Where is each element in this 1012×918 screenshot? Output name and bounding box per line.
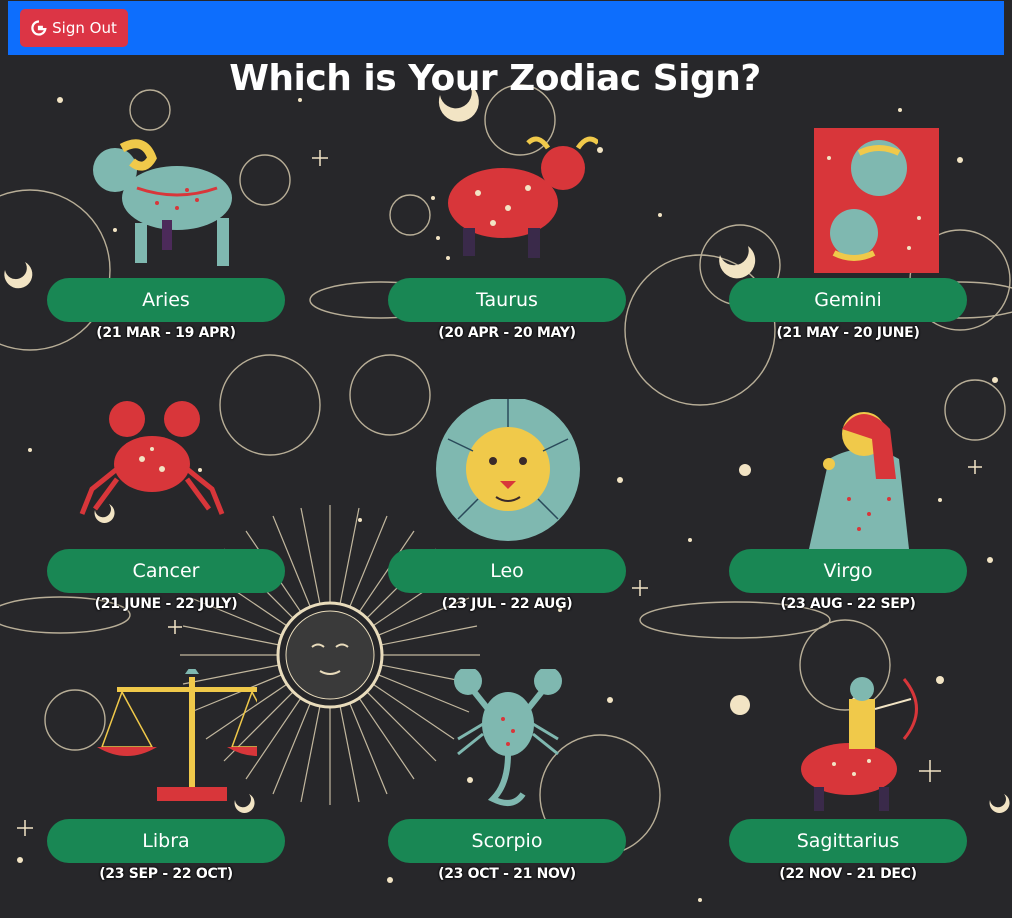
bull-icon (431, 136, 598, 260)
sign-card-gemini: Gemini (21 MAY - 20 JUNE) (729, 128, 969, 388)
sign-card-sagittarius: Sagittarius (22 NOV - 21 DEC) (729, 669, 969, 918)
maiden-icon (809, 412, 909, 549)
top-navbar: Sign Out (8, 1, 1004, 55)
zodiac-page: Sign Out Which is Your Zodiac Sign? Arie… (0, 0, 1012, 918)
scales-icon (97, 669, 257, 801)
sign-button-cancer[interactable]: Cancer (47, 549, 285, 593)
scorpion-icon (454, 669, 562, 806)
twins-icon (814, 128, 939, 273)
sign-dates-sagittarius: (22 NOV - 21 DEC) (779, 866, 917, 882)
sign-card-scorpio: Scorpio (23 OCT - 21 NOV) (388, 669, 628, 918)
sign-button-libra[interactable]: Libra (47, 819, 285, 863)
sign-dates-cancer: (21 JUNE - 22 JULY) (94, 596, 238, 612)
page-title: Which is Your Zodiac Sign? (229, 58, 761, 99)
sign-card-aries: Aries (21 MAR - 19 APR) (47, 128, 287, 388)
sign-dates-leo: (23 JUL - 22 AUG) (441, 596, 573, 612)
sign-button-taurus[interactable]: Taurus (388, 278, 626, 322)
sign-card-taurus: Taurus (20 APR - 20 MAY) (388, 128, 628, 388)
archer-icon (801, 677, 918, 811)
sign-button-leo[interactable]: Leo (388, 549, 626, 593)
sign-card-libra: Libra (23 SEP - 22 OCT) (47, 669, 287, 918)
sign-card-leo: Leo (23 JUL - 22 AUG) (388, 399, 628, 659)
sign-card-cancer: Cancer (21 JUNE - 22 JULY) (47, 399, 287, 659)
sign-out-label: Sign Out (52, 19, 117, 37)
sign-dates-libra: (23 SEP - 22 OCT) (99, 866, 233, 882)
sign-dates-scorpio: (23 OCT - 21 NOV) (438, 866, 576, 882)
sign-button-virgo[interactable]: Virgo (729, 549, 967, 593)
sign-out-button[interactable]: Sign Out (20, 9, 128, 47)
sign-card-virgo: Virgo (23 AUG - 22 SEP) (729, 399, 969, 659)
sign-dates-gemini: (21 MAY - 20 JUNE) (776, 325, 920, 341)
sign-button-gemini[interactable]: Gemini (729, 278, 967, 322)
lion-icon (436, 399, 580, 541)
google-icon (31, 20, 47, 36)
ram-icon (93, 139, 232, 266)
sign-button-scorpio[interactable]: Scorpio (388, 819, 626, 863)
sign-dates-virgo: (23 AUG - 22 SEP) (780, 596, 916, 612)
sign-dates-taurus: (20 APR - 20 MAY) (438, 325, 576, 341)
sign-button-aries[interactable]: Aries (47, 278, 285, 322)
sign-dates-aries: (21 MAR - 19 APR) (96, 325, 236, 341)
crab-icon (79, 401, 225, 515)
sign-button-sagittarius[interactable]: Sagittarius (729, 819, 967, 863)
